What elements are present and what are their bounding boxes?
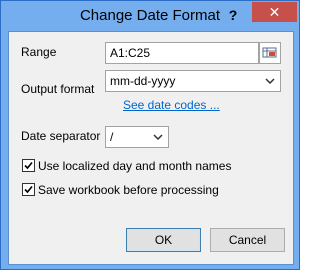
date-separator-label: Date separator (21, 129, 101, 143)
range-select-icon (262, 47, 277, 58)
date-separator-value: / (110, 130, 114, 144)
localized-names-checkbox[interactable] (22, 159, 35, 172)
chevron-down-icon (265, 78, 275, 85)
close-icon: ✕ (268, 4, 281, 20)
dialog-window: Change Date Format ? ✕ Range A1:C25 Outp… (0, 0, 300, 270)
output-format-select[interactable]: mm-dd-yyyy (105, 70, 281, 92)
range-input[interactable]: A1:C25 (105, 42, 259, 64)
chevron-down-icon (153, 134, 163, 141)
output-format-label: Output format (21, 82, 95, 96)
close-button[interactable]: ✕ (252, 2, 297, 22)
range-label: Range (21, 45, 57, 59)
localized-names-label[interactable]: Use localized day and month names (38, 159, 231, 173)
title-bar[interactable]: Change Date Format ? ✕ (1, 1, 299, 31)
ok-button[interactable]: OK (126, 228, 201, 252)
checkmark-icon (24, 161, 33, 170)
cancel-button[interactable]: Cancel (210, 228, 285, 252)
save-workbook-label[interactable]: Save workbook before processing (38, 183, 219, 197)
checkmark-icon (24, 185, 33, 194)
date-separator-select[interactable]: / (105, 126, 169, 148)
output-format-value: mm-dd-yyyy (110, 74, 176, 88)
dialog-body: Range A1:C25 Output format mm-dd-yyyy Se… (8, 31, 294, 265)
save-workbook-checkbox[interactable] (22, 183, 35, 196)
help-button[interactable]: ? (221, 5, 245, 25)
see-date-codes-link[interactable]: See date codes ... (123, 98, 220, 112)
range-picker-button[interactable] (259, 42, 281, 64)
